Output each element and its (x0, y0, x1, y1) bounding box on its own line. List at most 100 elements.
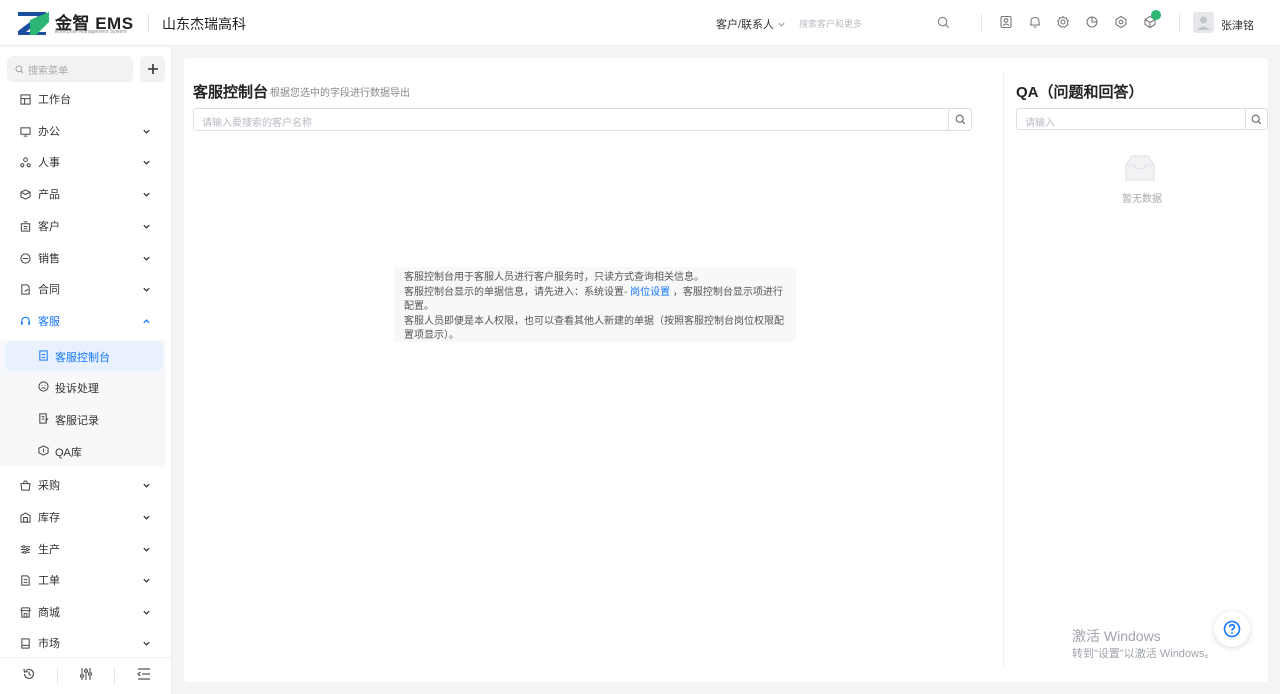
sidebar-item-label: 生产 (38, 544, 60, 556)
purchase-icon (20, 479, 31, 491)
chevron-down-icon (143, 515, 150, 520)
page-title: 客服控制台 (193, 84, 269, 101)
sidebar-item-label: 销售 (38, 253, 60, 265)
qa-search-placeholder: 请输入 (1025, 118, 1055, 129)
sidebar-item-office[interactable]: 办公 (0, 116, 172, 146)
chevron-down-icon (143, 224, 150, 229)
sidebar-item-service[interactable]: 客服 (0, 306, 172, 336)
service-icon (20, 316, 31, 325)
complaint-icon (38, 381, 49, 392)
sidebar-item-label: 产品 (38, 189, 60, 201)
search-icon (15, 65, 24, 73)
sidebar-item-label: 采购 (38, 480, 60, 492)
customer-search-field[interactable]: 请输入要搜索的客户名称 (193, 108, 972, 131)
empty-inbox-icon (1125, 155, 1155, 181)
console-icon (39, 350, 48, 361)
customer-search-button[interactable] (948, 109, 971, 130)
chevron-down-icon (143, 641, 150, 646)
user-name[interactable]: 张津铭 (1221, 17, 1254, 33)
sidebar-item-label: 工作台 (38, 94, 71, 106)
company-name: 山东杰瑞高科 (162, 16, 246, 32)
header-divider (148, 14, 149, 32)
sidebar-item-market[interactable]: 市场 (0, 628, 172, 658)
menu-search-placeholder: 搜索菜单 (28, 65, 68, 77)
history-icon[interactable] (22, 667, 36, 681)
sidebar-item-dashboard[interactable]: 工作台 (0, 84, 172, 114)
search-scope-label: 客户/联系人 (716, 19, 775, 31)
footer-divider (57, 667, 58, 685)
chevron-down-icon (778, 22, 785, 27)
sidebar-item-service-console[interactable]: 客服控制台 (5, 341, 163, 371)
global-search-input[interactable]: 搜索客户和更多 (799, 17, 862, 30)
inventory-icon (20, 511, 31, 523)
chart-icon[interactable] (1085, 15, 1099, 29)
sidebar-item-label: 市场 (38, 638, 60, 650)
sidebar-item-label: 投诉处理 (55, 383, 99, 395)
sidebar-item-label: QA库 (55, 447, 82, 459)
sidebar-item-contract[interactable]: 合同 (0, 274, 172, 304)
service-submenu: 客服控制台 投诉处理 客服记录 QA库 (0, 340, 166, 467)
search-scope-dropdown[interactable]: 客户/联系人 (716, 16, 786, 32)
avatar[interactable] (1193, 12, 1214, 33)
sidebar-item-customer[interactable]: 客户 (0, 211, 172, 241)
windows-activation-title: 激活 Windows (1072, 628, 1161, 644)
sidebar-item-qa-library[interactable]: QA库 (0, 436, 166, 466)
apps-icon[interactable] (1114, 15, 1128, 29)
sidebar-item-service-records[interactable]: 客服记录 (0, 404, 166, 434)
position-settings-link[interactable]: 岗位设置 (630, 287, 670, 298)
brand-logo[interactable] (16, 10, 50, 36)
sidebar-item-label: 客服控制台 (55, 352, 110, 364)
chevron-down-icon (143, 547, 150, 552)
sidebar-item-workorder[interactable]: 工单 (0, 565, 172, 595)
sidebar-item-label: 办公 (38, 126, 60, 138)
question-icon (1223, 620, 1241, 638)
market-icon (21, 637, 30, 649)
contract-icon (21, 283, 30, 295)
sliders-icon[interactable] (79, 667, 93, 681)
collapse-menu-icon[interactable] (137, 667, 151, 681)
user-icon (1197, 16, 1210, 30)
qa-empty-text: 暂无数据 (1122, 194, 1162, 205)
sidebar-item-label: 工单 (38, 575, 60, 587)
office-icon (20, 126, 31, 137)
sidebar-item-purchase[interactable]: 采购 (0, 470, 172, 500)
chevron-down-icon (143, 192, 150, 197)
notice-line: 客服控制台用于客服人员进行客户服务时，只读方式查询相关信息。 (404, 272, 704, 283)
panel-divider (1003, 72, 1004, 668)
sidebar-item-sales[interactable]: 销售 (0, 243, 172, 273)
sidebar-item-complaints[interactable]: 投诉处理 (0, 372, 166, 402)
search-icon (1251, 114, 1262, 124)
console-notice: 客服控制台用于客服人员进行客户服务时，只读方式查询相关信息。 客服控制台显示的单… (394, 267, 796, 342)
qa-search-button[interactable] (1245, 109, 1267, 129)
sidebar-item-mall[interactable]: 商城 (0, 597, 172, 627)
search-icon[interactable] (937, 16, 950, 29)
menu-search-input[interactable]: 搜索菜单 (7, 56, 133, 82)
sidebar-item-label: 合同 (38, 284, 60, 296)
header-divider (1179, 14, 1180, 32)
page-subtitle: 根据您选中的字段进行数据导出 (270, 88, 410, 99)
sidebar-item-inventory[interactable]: 库存 (0, 502, 172, 532)
brand-subtitle: Enterprise Management System (55, 29, 127, 35)
qa-title: QA（问题和回答） (1016, 84, 1144, 101)
header-divider (981, 14, 982, 32)
settings-icon[interactable] (1056, 15, 1070, 29)
footer-divider (114, 667, 115, 685)
add-button[interactable] (140, 56, 165, 82)
customer-search-placeholder: 请输入要搜索的客户名称 (202, 118, 312, 129)
notice-text: 客服控制台显示的单据信息，请先进入：系统设置- (404, 286, 631, 298)
sidebar-item-hr[interactable]: 人事 (0, 147, 172, 177)
customer-icon (20, 220, 31, 232)
contacts-icon[interactable] (999, 15, 1013, 29)
chevron-up-icon (143, 318, 150, 323)
sidebar-item-product[interactable]: 产品 (0, 179, 172, 209)
sidebar-item-label: 客服 (38, 316, 60, 328)
sidebar-item-label: 商城 (38, 607, 60, 619)
chevron-down-icon (143, 256, 150, 261)
help-button[interactable] (1214, 611, 1250, 647)
chevron-down-icon (143, 129, 150, 134)
qa-search-field[interactable]: 请输入 (1016, 108, 1268, 130)
bell-icon[interactable] (1028, 15, 1042, 29)
mall-icon (20, 606, 31, 618)
sidebar-item-label: 库存 (38, 512, 60, 524)
sidebar-item-production[interactable]: 生产 (0, 534, 172, 564)
